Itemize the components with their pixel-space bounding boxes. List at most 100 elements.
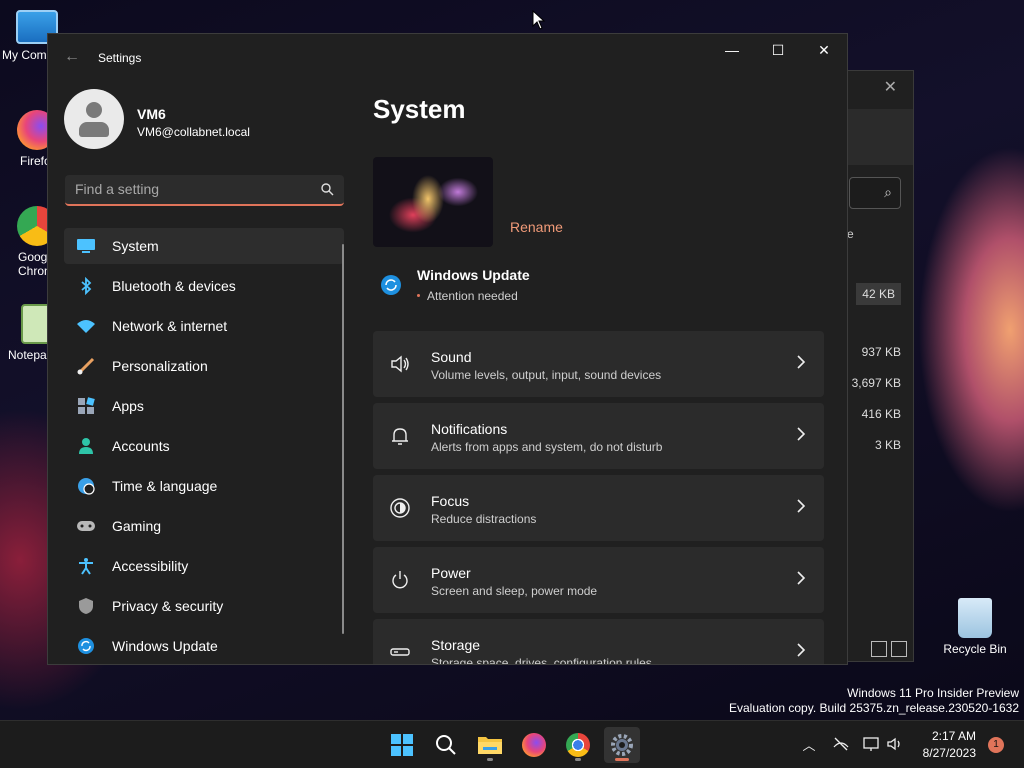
sidebar-item-label: Bluetooth & devices: [112, 278, 236, 294]
sidebar-scrollbar[interactable]: [342, 244, 344, 634]
card-title: Notifications: [431, 421, 508, 437]
search-button[interactable]: [428, 727, 464, 763]
search-icon: ⌕: [884, 184, 892, 200]
sidebar-item-accounts[interactable]: Accounts: [64, 428, 344, 464]
card-subtitle: Alerts from apps and system, do not dist…: [431, 440, 663, 454]
file-size[interactable]: 416 KB: [862, 407, 901, 421]
folder-icon: [478, 737, 502, 754]
chevron-up-icon[interactable]: ︿: [800, 735, 818, 753]
speaker-icon: [391, 355, 409, 373]
focus-icon: [390, 498, 410, 518]
rename-link[interactable]: Rename: [510, 219, 563, 235]
sidebar-item-personalization[interactable]: Personalization: [64, 348, 344, 384]
sidebar-item-label: Network & internet: [112, 318, 228, 334]
minimize-button[interactable]: —: [717, 42, 747, 62]
gamepad-icon: [76, 516, 96, 536]
running-indicator: [575, 758, 581, 761]
sidebar-item-label: System: [112, 238, 159, 254]
update-icon[interactable]: [380, 274, 402, 296]
update-icon: [76, 636, 96, 656]
accessibility-icon: [76, 556, 96, 576]
sidebar-item-privacy[interactable]: Privacy & security: [64, 588, 344, 624]
sidebar-item-gaming[interactable]: Gaming: [64, 508, 344, 544]
display-icon[interactable]: [862, 735, 880, 753]
sidebar-item-label: Accounts: [112, 438, 170, 454]
chevron-right-icon: [797, 571, 806, 585]
sidebar-item-network[interactable]: Network & internet: [64, 308, 344, 344]
chevron-right-icon: [797, 643, 806, 657]
file-size[interactable]: 3 KB: [875, 438, 901, 452]
file-size[interactable]: 937 KB: [862, 345, 901, 359]
file-size[interactable]: 42 KB: [856, 283, 901, 305]
windows-logo-icon: [391, 734, 413, 756]
chrome-taskbar-button[interactable]: [560, 727, 596, 763]
sidebar-item-apps[interactable]: Apps: [64, 388, 344, 424]
card-subtitle: Screen and sleep, power mode: [431, 584, 598, 598]
card-title: Power: [431, 565, 471, 581]
mouse-cursor-icon: [532, 10, 546, 30]
power-icon: [392, 571, 408, 589]
watermark-line1: Windows 11 Pro Insider Preview: [847, 686, 1019, 700]
file-explorer-button[interactable]: [472, 727, 508, 763]
back-arrow-icon[interactable]: ←: [64, 48, 80, 66]
sidebar-item-time-language[interactable]: Time & language: [64, 468, 344, 504]
chevron-right-icon: [797, 427, 806, 441]
settings-taskbar-button[interactable]: [604, 727, 640, 763]
background-window-search[interactable]: ⌕: [849, 177, 901, 209]
firefox-icon: [522, 733, 546, 757]
firefox-taskbar-button[interactable]: [516, 727, 552, 763]
desktop-icon-recycle-bin[interactable]: Recycle Bin: [940, 598, 1010, 656]
start-button[interactable]: [384, 727, 420, 763]
view-toggle: [871, 641, 907, 657]
taskbar: ︿ 2:17 AM 8/27/2023 1: [0, 720, 1024, 768]
sidebar-item-label: Apps: [112, 398, 144, 414]
watermark-line2: Evaluation copy. Build 25375.zn_release.…: [729, 701, 1019, 715]
close-button[interactable]: ✕: [809, 42, 839, 62]
search-icon: [436, 735, 456, 755]
card-storage[interactable]: Storage Storage space, drives, configura…: [373, 619, 824, 665]
user-email: VM6@collabnet.local: [137, 125, 250, 139]
settings-cards: Sound Volume levels, output, input, soun…: [373, 331, 824, 665]
active-indicator: [615, 758, 629, 761]
sidebar-item-label: Accessibility: [112, 558, 189, 574]
card-power[interactable]: Power Screen and sleep, power mode: [373, 547, 824, 613]
volume-icon[interactable]: [886, 735, 904, 753]
gear-icon: [611, 734, 633, 756]
background-window-partial-label: e: [847, 227, 854, 241]
avatar[interactable]: [64, 89, 124, 149]
maximize-button[interactable]: ☐: [763, 42, 793, 62]
card-subtitle: Reduce distractions: [431, 512, 537, 526]
card-focus[interactable]: Focus Reduce distractions: [373, 475, 824, 541]
close-icon[interactable]: ✕: [884, 77, 897, 97]
settings-window: ← Settings — ☐ ✕ VM6 VM6@collabnet.local…: [47, 33, 848, 665]
windows-update-status: Attention needed: [427, 289, 518, 303]
sidebar-item-label: Time & language: [112, 478, 218, 494]
tiles-view-icon[interactable]: [891, 641, 907, 657]
card-title: Sound: [431, 349, 472, 365]
details-view-icon[interactable]: [871, 641, 887, 657]
windows-update-title[interactable]: Windows Update: [417, 267, 530, 283]
page-title: System: [373, 94, 466, 124]
settings-titlebar: ← Settings — ☐ ✕: [48, 34, 847, 82]
network-disconnected-icon[interactable]: [832, 735, 850, 753]
card-subtitle: Storage space, drives, configuration rul…: [431, 656, 652, 665]
chevron-right-icon: [797, 499, 806, 513]
clock-time[interactable]: 2:17 AM: [932, 729, 976, 743]
notification-badge[interactable]: 1: [988, 737, 1004, 753]
chrome-icon: [566, 733, 590, 757]
clock-date[interactable]: 8/27/2023: [923, 746, 976, 760]
search-box[interactable]: [65, 175, 344, 206]
bluetooth-icon: [76, 276, 96, 296]
card-notifications[interactable]: Notifications Alerts from apps and syste…: [373, 403, 824, 469]
card-sound[interactable]: Sound Volume levels, output, input, soun…: [373, 331, 824, 397]
search-input[interactable]: [75, 181, 310, 197]
chevron-right-icon: [797, 355, 806, 369]
sidebar-item-system[interactable]: System: [64, 228, 344, 264]
file-size[interactable]: 3,697 KB: [852, 376, 901, 390]
sidebar-item-accessibility[interactable]: Accessibility: [64, 548, 344, 584]
card-title: Focus: [431, 493, 470, 509]
sidebar-item-bluetooth[interactable]: Bluetooth & devices: [64, 268, 344, 304]
search-icon[interactable]: [320, 182, 334, 196]
avatar-head: [86, 102, 102, 118]
sidebar-item-windows-update[interactable]: Windows Update: [64, 628, 344, 664]
